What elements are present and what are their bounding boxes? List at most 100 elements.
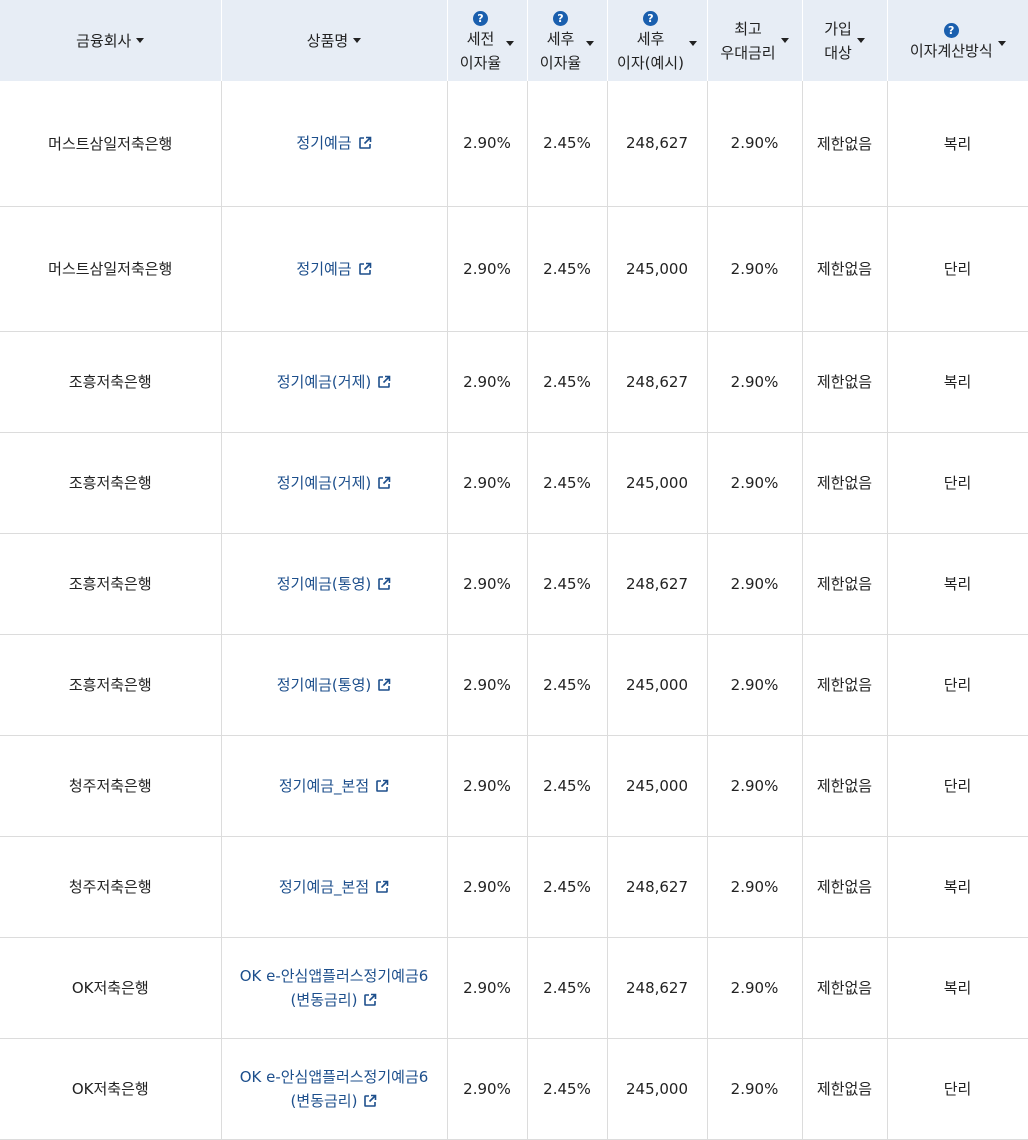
cell-eligibility: 제한없음	[802, 81, 888, 207]
help-question-icon[interactable]: ?	[553, 11, 568, 26]
cell-company: 청주저축은행	[0, 735, 222, 837]
product-link[interactable]: 정기예금	[296, 260, 371, 278]
cell-after-tax-interest: 245,000	[607, 735, 708, 837]
external-link-icon	[378, 476, 391, 489]
table-row: 머스트삼일저축은행 정기예금 2.90% 2.45% 245,000 2.90%…	[0, 206, 1028, 332]
sort-caret-down-icon[interactable]	[506, 40, 515, 46]
sort-caret-down-icon[interactable]	[353, 38, 362, 43]
cell-after-tax-interest: 248,627	[607, 81, 708, 207]
header-after-tax-rate[interactable]: ? 세후 이자율	[527, 0, 608, 81]
header-eligibility-line2: 대상	[824, 43, 852, 62]
sort-caret-down-icon[interactable]	[856, 38, 865, 43]
cell-calc-method: 복리	[887, 937, 1028, 1039]
header-calc-method[interactable]: ? 이자계산방식	[887, 0, 1028, 81]
cell-max-rate: 2.90%	[707, 1038, 803, 1140]
cell-eligibility: 제한없음	[802, 937, 888, 1039]
cell-pre-tax-rate: 2.90%	[447, 634, 528, 736]
cell-company: 청주저축은행	[0, 836, 222, 938]
cell-eligibility: 제한없음	[802, 432, 888, 534]
table-row: OK저축은행 OK e-안심앱플러스정기예금6 (변동금리) 2.90% 2.4…	[0, 1038, 1028, 1140]
cell-pre-tax-rate: 2.90%	[447, 206, 528, 332]
cell-after-tax-rate: 2.45%	[527, 1038, 608, 1140]
cell-pre-tax-rate: 2.90%	[447, 533, 528, 635]
cell-company: 조흥저축은행	[0, 533, 222, 635]
cell-product: 정기예금(거제)	[221, 432, 448, 534]
header-max-rate-line2: 우대금리	[720, 43, 776, 62]
product-name: OK e-안심앱플러스정기예금6 (변동금리)	[239, 966, 429, 1009]
cell-after-tax-interest: 245,000	[607, 1038, 708, 1140]
cell-eligibility: 제한없음	[802, 533, 888, 635]
cell-pre-tax-rate: 2.90%	[447, 81, 528, 207]
header-pre-tax-rate[interactable]: ? 세전 이자율	[447, 0, 528, 81]
table-row: 조흥저축은행 정기예금(거제) 2.90% 2.45% 248,627 2.90…	[0, 331, 1028, 433]
external-link-icon	[378, 678, 391, 691]
product-link[interactable]: 정기예금(거제)	[277, 474, 392, 492]
sort-caret-down-icon[interactable]	[688, 40, 697, 46]
cell-calc-method: 단리	[887, 206, 1028, 332]
external-link-icon	[358, 262, 371, 275]
cell-max-rate: 2.90%	[707, 937, 803, 1039]
table-row: 청주저축은행 정기예금_본점 2.90% 2.45% 248,627 2.90%…	[0, 836, 1028, 938]
product-link[interactable]: 정기예금_본점	[279, 878, 389, 896]
header-after-tax-rate-line2: 이자율	[539, 54, 582, 72]
table-row: 청주저축은행 정기예금_본점 2.90% 2.45% 245,000 2.90%…	[0, 735, 1028, 837]
help-question-icon[interactable]: ?	[473, 11, 488, 26]
cell-company: 머스트삼일저축은행	[0, 206, 222, 332]
cell-calc-method: 복리	[887, 533, 1028, 635]
cell-after-tax-rate: 2.45%	[527, 836, 608, 938]
external-link-icon	[378, 375, 391, 388]
sort-caret-down-icon[interactable]	[997, 40, 1006, 46]
header-product[interactable]: 상품명	[221, 0, 448, 81]
header-company-label: 금융회사	[76, 31, 132, 50]
product-name: 정기예금(거제)	[276, 473, 372, 492]
cell-calc-method: 단리	[887, 1038, 1028, 1140]
product-link[interactable]: 정기예금	[296, 134, 371, 152]
cell-company: 조흥저축은행	[0, 331, 222, 433]
product-link[interactable]: OK e-안심앱플러스정기예금6 (변동금리)	[240, 1068, 429, 1110]
header-after-tax-interest[interactable]: ? 세후 이자(예시)	[607, 0, 708, 81]
cell-calc-method: 단리	[887, 634, 1028, 736]
cell-after-tax-rate: 2.45%	[527, 735, 608, 837]
cell-calc-method: 단리	[887, 432, 1028, 534]
header-company[interactable]: 금융회사	[0, 0, 222, 81]
header-eligibility-line1: 가입	[824, 19, 852, 38]
sort-caret-down-icon[interactable]	[780, 38, 789, 43]
cell-max-rate: 2.90%	[707, 533, 803, 635]
product-link[interactable]: 정기예금_본점	[279, 777, 389, 795]
cell-calc-method: 복리	[887, 331, 1028, 433]
cell-max-rate: 2.90%	[707, 735, 803, 837]
cell-product: 정기예금	[221, 81, 448, 207]
product-name: 정기예금(통영)	[276, 574, 372, 593]
cell-max-rate: 2.90%	[707, 331, 803, 433]
cell-eligibility: 제한없음	[802, 836, 888, 938]
cell-max-rate: 2.90%	[707, 634, 803, 736]
product-link[interactable]: 정기예금(거제)	[277, 373, 392, 391]
header-max-rate[interactable]: 최고 우대금리	[707, 0, 803, 81]
cell-company: 조흥저축은행	[0, 432, 222, 534]
cell-product: 정기예금(거제)	[221, 331, 448, 433]
cell-after-tax-rate: 2.45%	[527, 634, 608, 736]
table-row: 조흥저축은행 정기예금(통영) 2.90% 2.45% 248,627 2.90…	[0, 533, 1028, 635]
header-eligibility[interactable]: 가입 대상	[802, 0, 888, 81]
cell-eligibility: 제한없음	[802, 735, 888, 837]
header-product-label: 상품명	[306, 31, 349, 50]
product-link[interactable]: 정기예금(통영)	[277, 676, 392, 694]
help-question-icon[interactable]: ?	[643, 11, 658, 26]
sort-caret-down-icon[interactable]	[586, 40, 595, 46]
product-link[interactable]: 정기예금(통영)	[277, 575, 392, 593]
product-link[interactable]: OK e-안심앱플러스정기예금6 (변동금리)	[240, 967, 429, 1009]
cell-product: 정기예금_본점	[221, 836, 448, 938]
cell-product: OK e-안심앱플러스정기예금6 (변동금리)	[221, 937, 448, 1039]
table-row: 조흥저축은행 정기예금(통영) 2.90% 2.45% 245,000 2.90…	[0, 634, 1028, 736]
cell-max-rate: 2.90%	[707, 836, 803, 938]
cell-calc-method: 단리	[887, 735, 1028, 837]
cell-max-rate: 2.90%	[707, 81, 803, 207]
sort-caret-down-icon[interactable]	[136, 38, 145, 43]
cell-product: 정기예금	[221, 206, 448, 332]
cell-pre-tax-rate: 2.90%	[447, 331, 528, 433]
product-name: 정기예금	[296, 259, 352, 278]
help-question-icon[interactable]: ?	[943, 23, 959, 38]
table-row: 조흥저축은행 정기예금(거제) 2.90% 2.45% 245,000 2.90…	[0, 432, 1028, 534]
header-pre-tax-rate-line1: 세전	[466, 30, 495, 48]
cell-product: OK e-안심앱플러스정기예금6 (변동금리)	[221, 1038, 448, 1140]
